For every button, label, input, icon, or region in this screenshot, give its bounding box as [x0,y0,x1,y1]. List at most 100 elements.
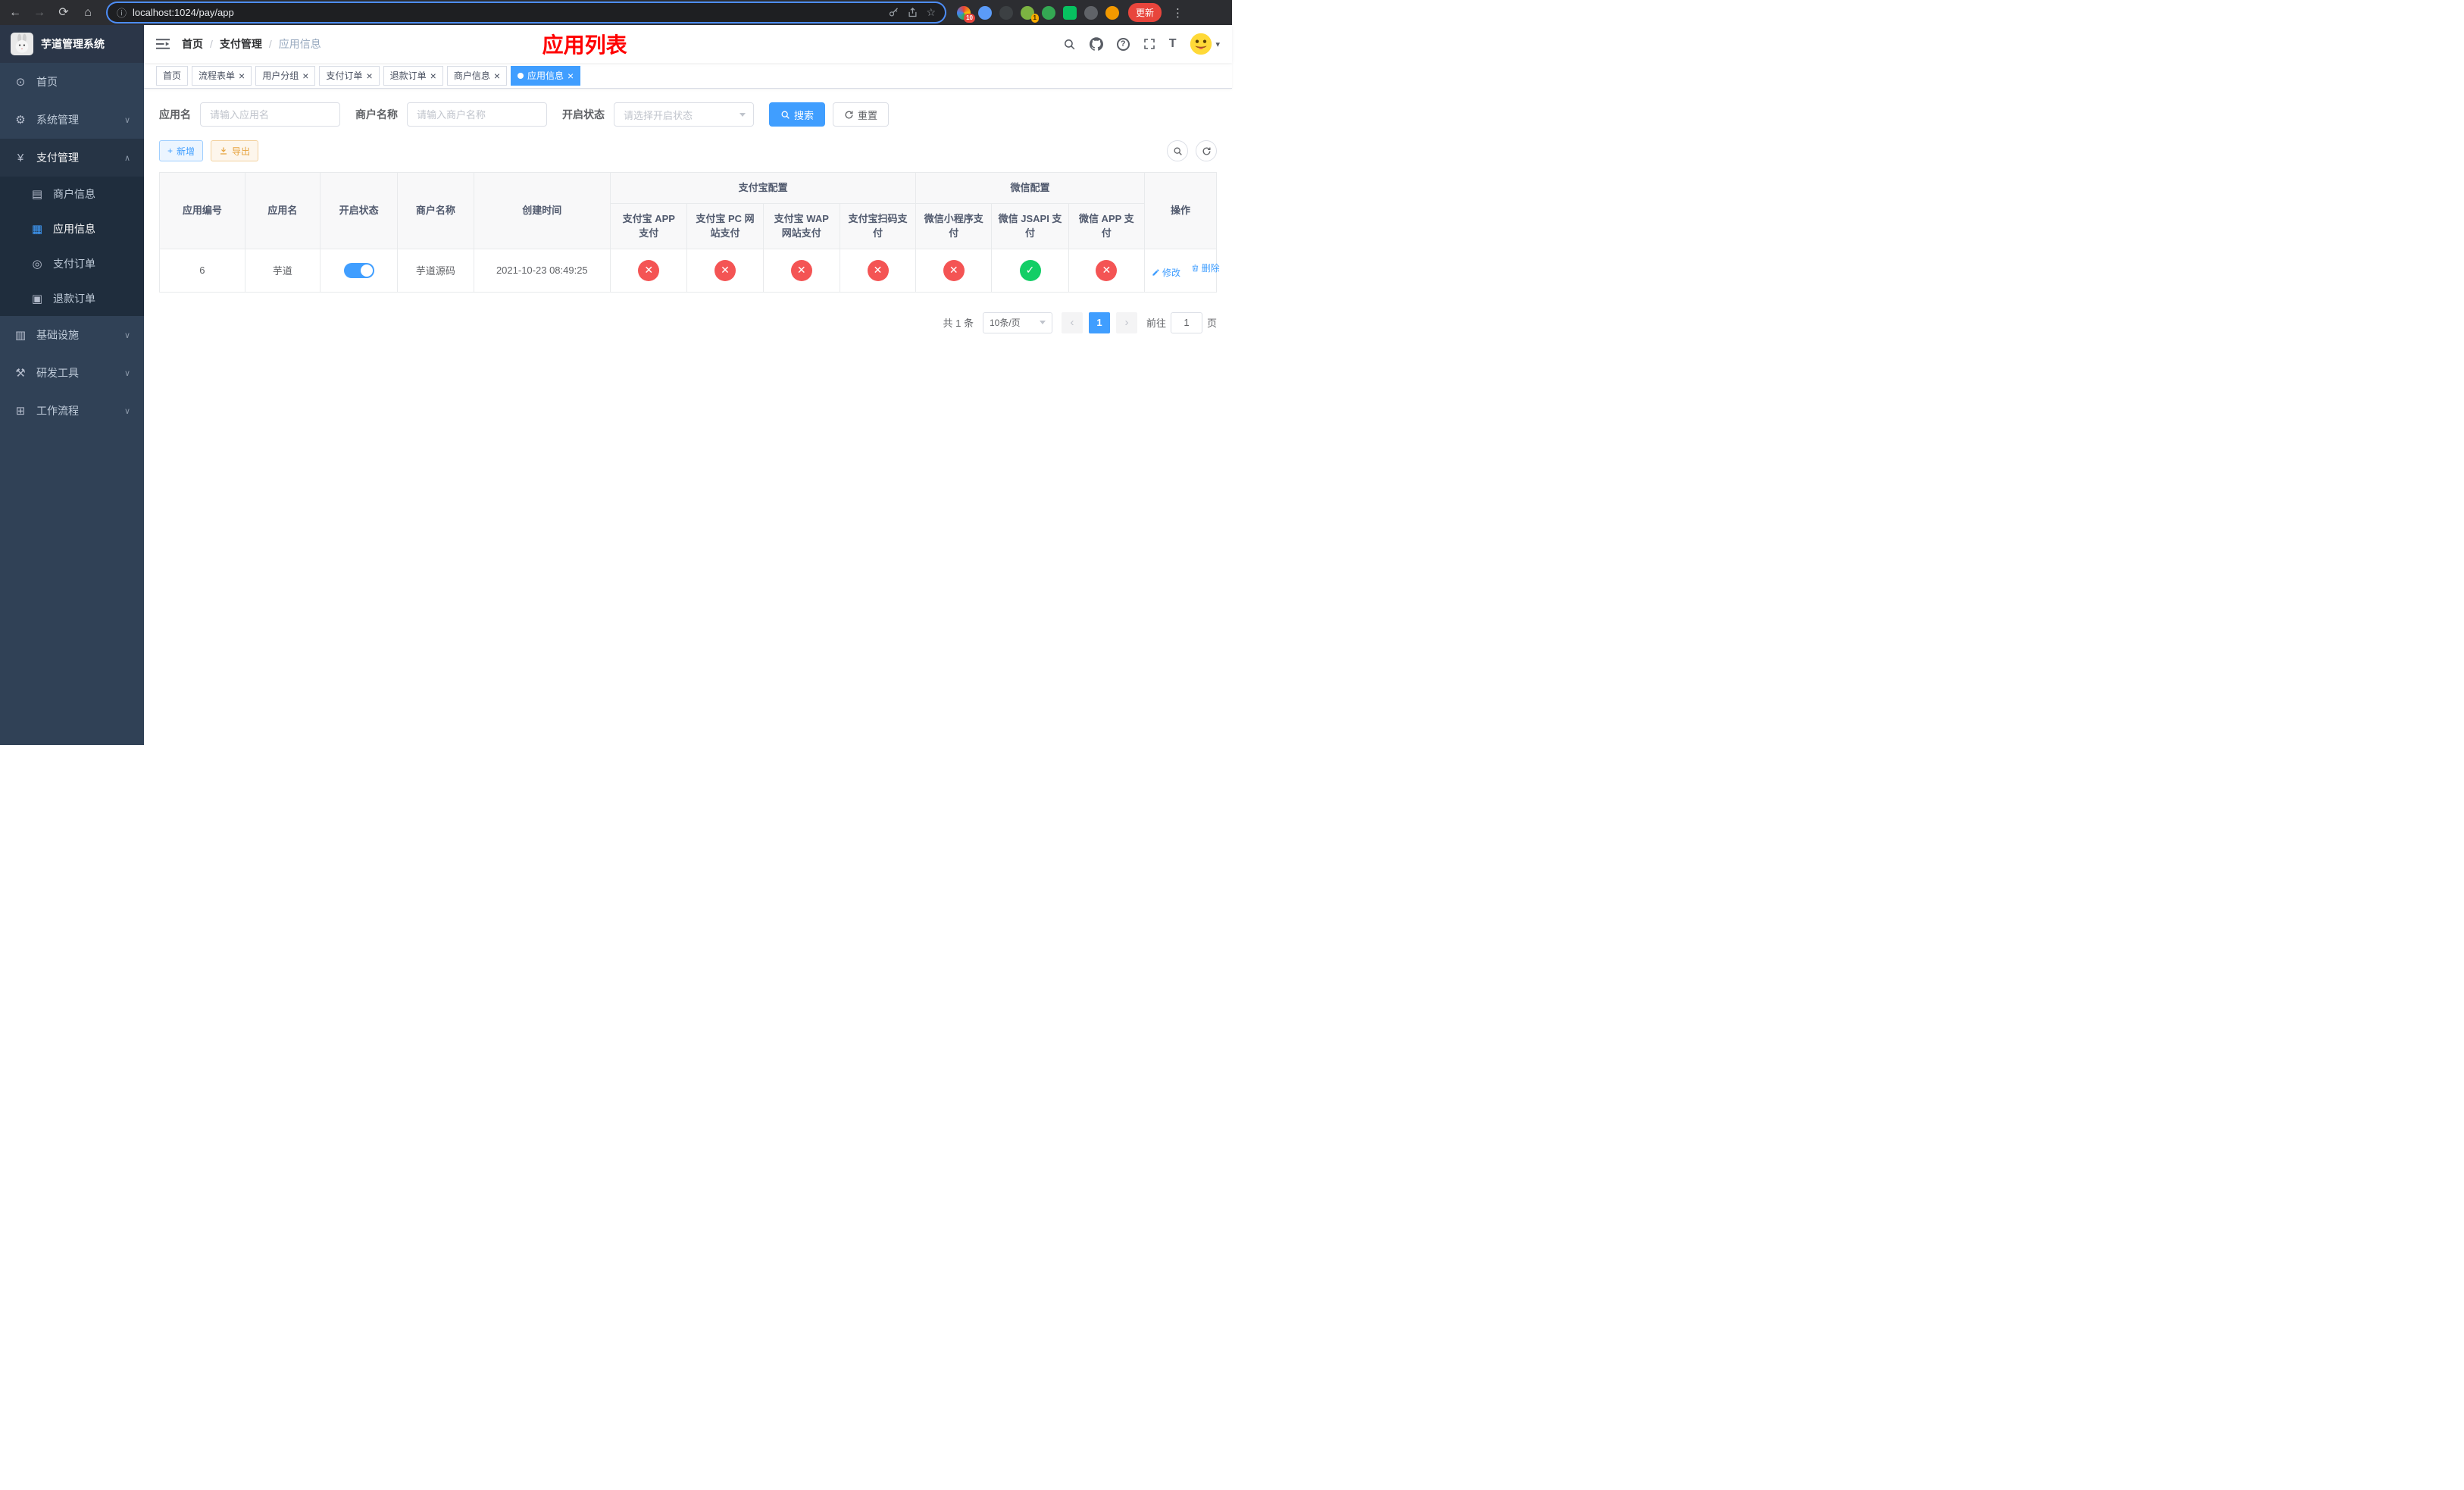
user-avatar[interactable]: ▾ [1190,33,1220,55]
navbar-actions: ? T ▾ [1063,33,1220,55]
merchant-name-input[interactable] [407,102,547,127]
sidebar-item-workflow[interactable]: ⊞ 工作流程 ∨ [0,392,144,430]
tab-close-icon[interactable]: × [430,70,436,81]
avatar-emoji-icon [1190,33,1212,55]
cell-alipay-app: ✕ [610,248,688,293]
search-button[interactable]: 搜索 [769,102,826,127]
next-page-button[interactable]: › [1115,311,1137,333]
reload-icon[interactable]: ⟳ [56,6,71,19]
page-size-select[interactable]: 10条/页 [982,311,1052,333]
tab-user-group[interactable]: 用户分组 × [255,65,316,86]
font-size-icon[interactable]: T [1169,37,1177,51]
url-bar[interactable]: ⓘ localhost:1024/pay/app ☆ [108,3,945,22]
tab-refund-order[interactable]: 退款订单 × [383,65,443,86]
screen: ← → ⟳ ⌂ ⓘ localhost:1024/pay/app ☆ 10 1 [0,0,1232,745]
download-icon [220,147,227,155]
tab-close-icon[interactable]: × [302,70,308,81]
tab-pay-order[interactable]: 支付订单 × [319,65,380,86]
goto-page-input[interactable] [1170,311,1202,333]
extension-colorful-icon[interactable]: 10 [957,5,975,23]
chevron-down-icon: ∨ [124,406,130,416]
col-group-wechat: 微信配置 [915,172,1145,204]
extension-dark-icon[interactable] [999,5,1013,20]
sidebar-item-payment[interactable]: ¥ 支付管理 ∧ [0,139,144,177]
tab-label: 首页 [163,70,182,81]
back-icon[interactable]: ← [8,6,23,19]
status-select-placeholder: 请选择开启状态 [624,109,693,121]
help-icon[interactable]: ? [1116,37,1130,51]
add-button[interactable]: + 新增 [159,140,204,161]
search-icon[interactable] [1063,38,1076,51]
sidebar-item-system[interactable]: ⚙ 系统管理 ∨ [0,101,144,139]
page-content: 应用名 商户名称 开启状态 请选择开启状态 [144,89,1232,745]
export-button[interactable]: 导出 [211,140,259,161]
url-text[interactable]: localhost:1024/pay/app [133,7,882,18]
pagination: 共 1 条 10条/页 ‹ 1 › 前往 页 [159,311,1217,333]
tab-label: 退款订单 [389,70,427,81]
sidebar-item-app-info[interactable]: ▦ 应用信息 [0,211,144,246]
breadcrumb-payment[interactable]: 支付管理 [220,36,262,52]
cell-create-time: 2021-10-23 08:49:25 [473,248,611,293]
tab-app-info[interactable]: 应用信息 × [511,65,581,86]
tools-icon: ⚒ [15,367,26,380]
reset-button[interactable]: 重置 [833,102,890,127]
edit-link[interactable]: 修改 [1149,266,1180,279]
share-icon[interactable] [907,7,918,18]
tab-merchant-info[interactable]: 商户信息 × [446,65,508,86]
gear-icon: ⚙ [15,114,26,127]
col-group-alipay: 支付宝配置 [610,172,917,204]
delete-link[interactable]: 删除 [1191,261,1220,274]
edit-pencil-icon [1152,269,1159,276]
sidebar-logo[interactable]: 芋道管理系统 [0,25,144,63]
sidebar-item-home[interactable]: ⊙ 首页 [0,63,144,101]
sidebar-item-merchant-info[interactable]: ▤ 商户信息 [0,177,144,211]
order-icon: ◎ [32,258,42,271]
tabs-bar: 首页 流程表单 × 用户分组 × 支付订单 × 退款订单 × 商户信息 × 应用… [144,63,1232,89]
chevron-up-icon: ∧ [124,153,130,163]
github-icon[interactable] [1089,37,1103,51]
trash-icon [1192,265,1198,272]
tab-close-icon[interactable]: × [568,70,574,81]
extensions-puzzle-icon[interactable] [1084,5,1098,20]
page-1-button[interactable]: 1 [1088,311,1110,333]
extension-drop-icon[interactable] [978,5,992,20]
home-icon[interactable]: ⌂ [80,6,95,19]
breadcrumb-home[interactable]: 首页 [182,36,203,52]
extension-green-icon[interactable] [1042,5,1055,20]
sidebar-item-pay-order[interactable]: ◎ 支付订单 [0,246,144,281]
cell-alipay-pc: ✕ [686,248,764,293]
extension-face-icon[interactable] [1105,5,1119,20]
forward-icon[interactable]: → [32,6,47,19]
tab-close-icon[interactable]: × [239,70,245,81]
password-key-icon[interactable] [888,7,899,18]
hamburger-icon[interactable] [156,38,170,50]
tab-home[interactable]: 首页 [156,65,189,86]
toggle-search-button[interactable] [1167,140,1188,161]
extension-badge-2: 1 [1030,13,1039,23]
sidebar-item-dev-tools[interactable]: ⚒ 研发工具 ∨ [0,354,144,392]
sidebar-item-infra[interactable]: ▥ 基础设施 ∨ [0,316,144,354]
fullscreen-icon[interactable] [1143,38,1155,50]
tab-label: 商户信息 [453,70,490,81]
tab-close-icon[interactable]: × [366,70,372,81]
status-select[interactable]: 请选择开启状态 [614,102,754,127]
extension-avatar-icon[interactable]: 1 [1021,5,1039,23]
sidebar-item-refund-order[interactable]: ▣ 退款订单 [0,281,144,316]
app-name-input[interactable] [200,102,340,127]
col-header-app-id: 应用编号 [159,172,245,249]
prev-page-button[interactable]: ‹ [1061,311,1083,333]
extension-wechat-icon[interactable] [1063,5,1077,20]
tab-process-form[interactable]: 流程表单 × [192,65,252,86]
status-toggle[interactable] [343,262,374,278]
cell-wechat-lite: ✕ [915,248,993,293]
site-info-icon[interactable]: ⓘ [117,5,127,20]
chrome-update-button[interactable]: 更新 [1128,3,1162,22]
refresh-table-button[interactable] [1196,140,1217,161]
bookmark-star-icon[interactable]: ☆ [926,6,936,19]
extension-badge: 10 [964,13,975,23]
tab-close-icon[interactable]: × [494,70,500,81]
browser-menu-icon[interactable]: ⋮ [1171,6,1185,20]
infra-icon: ▥ [14,329,27,342]
sidebar-item-label: 商户信息 [53,188,95,200]
sidebar: 芋道管理系统 ⊙ 首页 ⚙ 系统管理 ∨ ¥ 支付管理 ∧ ▤ 商户信息 ▦ 应… [0,25,144,745]
